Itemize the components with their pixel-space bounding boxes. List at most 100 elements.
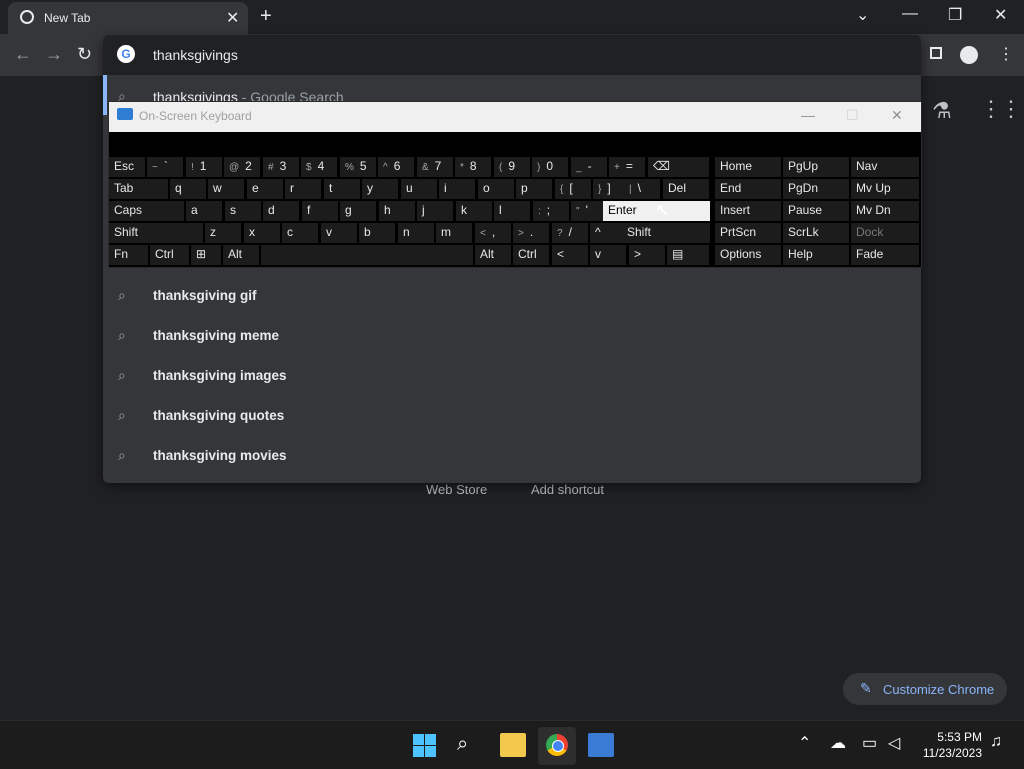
file-explorer-icon[interactable] xyxy=(500,733,526,757)
key-u[interactable]: u xyxy=(401,179,437,199)
clock-date[interactable]: 11/23/2023 xyxy=(918,746,982,760)
start-windows-icon[interactable] xyxy=(412,733,438,757)
key-h[interactable]: h xyxy=(379,201,415,221)
key-3[interactable]: #3 xyxy=(263,157,299,177)
key-g[interactable]: g xyxy=(340,201,376,221)
osk-close-icon[interactable]: ✕ xyxy=(891,107,903,124)
key-symbol[interactable]: + = xyxy=(609,157,645,177)
key-symbol[interactable]: :; xyxy=(533,201,569,221)
key-symbol[interactable]: <, xyxy=(475,223,511,243)
tab-new-tab[interactable]: New Tab ✕ xyxy=(8,2,248,34)
volume-icon[interactable]: ◁ xyxy=(888,733,900,753)
key-ctrl[interactable]: Ctrl xyxy=(150,245,189,265)
key-9[interactable]: (9 xyxy=(494,157,530,177)
notification-bell-icon[interactable]: ♫ xyxy=(990,733,1002,751)
key-s[interactable]: s xyxy=(225,201,261,221)
suggestion-item[interactable]: ⌕ thanksgiving gif xyxy=(103,276,921,316)
key-end[interactable]: End xyxy=(715,179,781,199)
key-a[interactable]: a xyxy=(186,201,222,221)
key-symbol[interactable]: ⌫ xyxy=(648,157,709,177)
key-m[interactable]: m xyxy=(436,223,472,243)
key-help[interactable]: Help xyxy=(783,245,849,265)
onedrive-icon[interactable]: ☁ xyxy=(830,733,846,753)
key-pause[interactable]: Pause xyxy=(783,201,849,221)
key-b[interactable]: b xyxy=(359,223,395,243)
key-mv-dn[interactable]: Mv Dn xyxy=(851,201,919,221)
key-4[interactable]: $4 xyxy=(301,157,337,177)
key-symbol[interactable]: | \ xyxy=(624,179,660,199)
key-nav[interactable]: Nav xyxy=(851,157,919,177)
key-symbol[interactable]: ⊞ xyxy=(191,245,221,265)
forward-icon[interactable]: → xyxy=(45,44,63,65)
key-e[interactable]: e xyxy=(247,179,283,199)
key-fade[interactable]: Fade xyxy=(851,245,919,265)
key-1[interactable]: ! 1 xyxy=(186,157,222,177)
key-fn[interactable]: Fn xyxy=(109,245,148,265)
key-r[interactable]: r xyxy=(285,179,321,199)
labs-flask-icon[interactable]: ⚗ xyxy=(932,98,952,124)
restore-icon[interactable]: ❐ xyxy=(948,5,962,25)
back-icon[interactable]: ← xyxy=(14,44,32,65)
key-alt[interactable]: Alt xyxy=(223,245,259,265)
key-scrlk[interactable]: ScrLk xyxy=(783,223,849,243)
key-5[interactable]: % 5 xyxy=(340,157,376,177)
apps-grid-icon[interactable]: ⋮⋮⋮ xyxy=(980,96,1024,122)
key-shift[interactable]: Shift xyxy=(109,223,203,243)
chrome-taskbar-button[interactable] xyxy=(538,727,576,765)
key-v[interactable]: v xyxy=(321,223,357,243)
web-store-shortcut[interactable]: Web Store xyxy=(426,482,487,497)
key-symbol[interactable]: < xyxy=(552,245,588,265)
key-2[interactable]: @2 xyxy=(224,157,260,177)
side-panel-icon[interactable] xyxy=(930,47,942,59)
menu-icon[interactable]: ⋮ xyxy=(998,44,1014,64)
key-symbol[interactable]: " ' xyxy=(571,201,607,221)
key-7[interactable]: & 7 xyxy=(417,157,453,177)
key-symbol[interactable]: {[ xyxy=(555,179,591,199)
osk-title-bar[interactable]: On-Screen Keyboard — ☐ ✕ xyxy=(109,102,921,132)
network-icon[interactable]: ▭ xyxy=(862,733,877,753)
key-ctrl[interactable]: Ctrl xyxy=(513,245,549,265)
key-caps[interactable]: Caps xyxy=(109,201,184,221)
on-screen-keyboard-taskbar-icon[interactable] xyxy=(588,733,614,757)
key-i[interactable]: i xyxy=(439,179,475,199)
key-tab[interactable]: Tab xyxy=(109,179,168,199)
key-v[interactable]: v xyxy=(590,245,626,265)
minimize-icon[interactable]: — xyxy=(902,5,918,23)
profile-icon[interactable] xyxy=(960,46,978,64)
reload-icon[interactable]: ↻ xyxy=(77,44,92,65)
close-window-icon[interactable]: ✕ xyxy=(994,5,1007,25)
key-y[interactable]: y xyxy=(362,179,398,199)
key-mv-up[interactable]: Mv Up xyxy=(851,179,919,199)
key-alt[interactable]: Alt xyxy=(475,245,511,265)
key-space[interactable] xyxy=(261,245,473,265)
key-8[interactable]: * 8 xyxy=(455,157,491,177)
osk-minimize-icon[interactable]: — xyxy=(801,107,815,123)
key-d[interactable]: d xyxy=(263,201,299,221)
key-w[interactable]: w xyxy=(208,179,244,199)
key-p[interactable]: p xyxy=(516,179,552,199)
key-symbol[interactable]: ^ xyxy=(590,223,626,243)
key-t[interactable]: t xyxy=(324,179,360,199)
key-0[interactable]: ) 0 xyxy=(532,157,568,177)
key-l[interactable]: l xyxy=(494,201,530,221)
close-tab-icon[interactable]: ✕ xyxy=(226,8,239,28)
key-6[interactable]: ^ 6 xyxy=(378,157,414,177)
add-shortcut[interactable]: Add shortcut xyxy=(531,482,604,497)
key-symbol[interactable]: _ - xyxy=(571,157,607,177)
key-symbol[interactable]: > xyxy=(629,245,665,265)
key-del[interactable]: Del xyxy=(663,179,709,199)
key-pgdn[interactable]: PgDn xyxy=(783,179,849,199)
key-pgup[interactable]: PgUp xyxy=(783,157,849,177)
omnibox-input-row[interactable]: G thanksgivings xyxy=(103,35,921,75)
key-shift[interactable]: Shift xyxy=(622,223,710,243)
key-dock[interactable]: Dock xyxy=(851,223,919,243)
key-esc[interactable]: Esc xyxy=(109,157,145,177)
key-z[interactable]: z xyxy=(205,223,241,243)
key-c[interactable]: c xyxy=(282,223,318,243)
key-f[interactable]: f xyxy=(302,201,338,221)
key-k[interactable]: k xyxy=(456,201,492,221)
suggestion-item[interactable]: ⌕ thanksgiving quotes xyxy=(103,396,921,436)
tab-search-chevron-icon[interactable]: ⌄ xyxy=(856,5,869,25)
key-symbol[interactable]: ▤ xyxy=(667,245,709,265)
suggestion-item[interactable]: ⌕ thanksgiving movies xyxy=(103,436,921,476)
